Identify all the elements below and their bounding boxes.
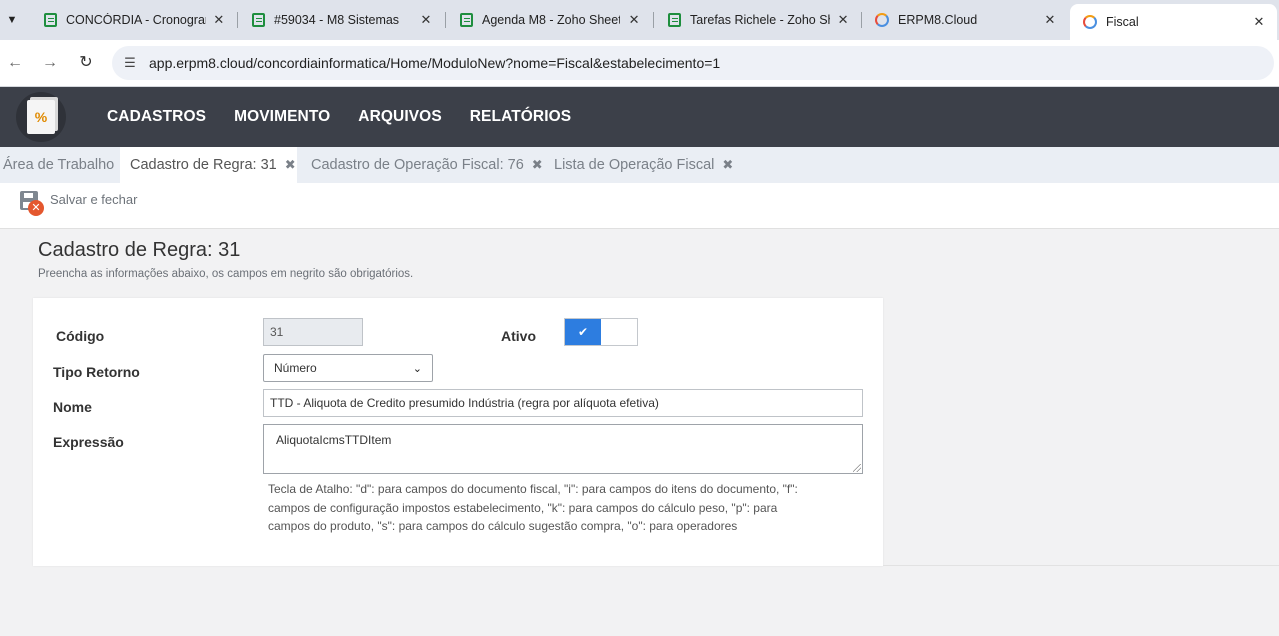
tab-label: Área de Trabalho	[3, 157, 115, 173]
page-title: Cadastro de Regra: 31	[38, 239, 241, 261]
browser-tab-label: Tarefas Richele - Zoho Sheet	[690, 13, 830, 27]
checkmark-icon: ✔	[565, 319, 601, 345]
close-icon[interactable]: ✕	[1251, 14, 1267, 30]
browser-tab-fiscal[interactable]: Fiscal ✕	[1070, 4, 1277, 40]
menu-arquivos[interactable]: ARQUIVOS	[358, 108, 441, 126]
page-subtitle: Preencha as informações abaixo, os campo…	[38, 268, 414, 280]
nome-field[interactable]: TTD - Aliquota de Credito presumido Indú…	[263, 389, 863, 417]
forward-arrow-icon[interactable]: →	[40, 53, 60, 73]
menu-cadastros[interactable]: CADASTROS	[107, 108, 206, 126]
resize-handle-icon[interactable]	[853, 464, 861, 472]
browser-tab-strip: ▼ CONCÓRDIA - Cronograma ✕ #59034 - M8 S…	[0, 0, 1279, 40]
shortcut-hint: Tecla de Atalho: "d": para campos do doc…	[268, 480, 868, 536]
nome-label: Nome	[53, 399, 92, 415]
logo-symbol: %	[34, 109, 48, 125]
chevron-down-icon: ⌄	[412, 362, 422, 375]
close-icon[interactable]: ✖	[722, 157, 733, 173]
browser-tab-label: #59034 - M8 Sistemas	[274, 13, 400, 27]
codigo-field: 31	[263, 318, 363, 346]
back-arrow-icon[interactable]: ←	[5, 53, 25, 73]
browser-tab-label: CONCÓRDIA - Cronograma	[66, 13, 206, 27]
nome-value: TTD - Aliquota de Credito presumido Indú…	[270, 396, 659, 410]
sheet-icon	[666, 12, 682, 28]
loading-ring-icon	[874, 12, 890, 28]
browser-tab-concordia[interactable]: CONCÓRDIA - Cronograma ✕	[30, 4, 236, 36]
app-logo[interactable]: %	[16, 92, 66, 142]
address-bar: ← → ↻ ☰ app.erpm8.cloud/concordiainforma…	[0, 40, 1279, 87]
codigo-value: 31	[270, 325, 284, 339]
close-icon[interactable]: ✕	[212, 12, 226, 28]
hint-line: campos do produto, "s": para campos do c…	[268, 519, 738, 533]
close-icon[interactable]: ✕	[626, 12, 642, 28]
browser-tab-label: Fiscal	[1106, 15, 1139, 29]
close-icon[interactable]: ✕	[836, 12, 850, 28]
menu-movimento[interactable]: MOVIMENTO	[234, 108, 330, 126]
form-card: Código 31 Ativo ✔ Tipo Retorno Número ⌄ …	[33, 298, 883, 566]
sheet-icon	[42, 12, 58, 28]
menu-relatorios[interactable]: RELATÓRIOS	[470, 108, 571, 126]
url-omnibox[interactable]: ☰ app.erpm8.cloud/concordiainformatica/H…	[112, 46, 1274, 80]
tab-label: Lista de Operação Fiscal	[554, 157, 715, 173]
save-close-icon: ✕	[19, 190, 45, 216]
close-icon[interactable]: ✕	[418, 12, 434, 28]
tab-cadastro-de-regra[interactable]: Cadastro de Regra: 31 ✖	[120, 147, 297, 183]
divider	[883, 565, 1279, 566]
browser-tab-erpm8[interactable]: ERPM8.Cloud ✕	[862, 4, 1068, 36]
tipo-retorno-select[interactable]: Número ⌄	[263, 354, 433, 382]
hint-line: Tecla de Atalho: "d": para campos do doc…	[268, 482, 798, 496]
tab-label: Cadastro de Regra: 31	[130, 157, 277, 173]
workspace-tabs: Área de Trabalho Cadastro de Regra: 31 ✖…	[0, 147, 1279, 183]
close-icon[interactable]: ✖	[532, 157, 543, 173]
tab-cadastro-de-operacao-fiscal[interactable]: Cadastro de Operação Fiscal: 76 ✖	[311, 147, 543, 183]
tab-area-de-trabalho[interactable]: Área de Trabalho	[3, 147, 120, 183]
save-and-close-label: Salvar e fechar	[50, 191, 138, 207]
codigo-label: Código	[56, 328, 105, 344]
expressao-textarea[interactable]: AliquotaIcmsTTDItem	[263, 424, 863, 474]
toolbar: ✕ Salvar e fechar	[0, 183, 1279, 229]
hint-line: campos de configuração impostos estabele…	[268, 500, 778, 515]
ativo-toggle[interactable]: ✔	[564, 318, 638, 346]
tab-search-chevron-icon[interactable]: ▼	[0, 6, 24, 34]
close-icon[interactable]: ✕	[1042, 12, 1058, 28]
save-and-close-button[interactable]: ✕ Salvar e fechar	[19, 190, 137, 216]
tab-lista-de-operacao-fiscal[interactable]: Lista de Operação Fiscal ✖	[554, 147, 733, 183]
url-text[interactable]: app.erpm8.cloud/concordiainformatica/Hom…	[149, 55, 720, 71]
expressao-label: Expressão	[53, 434, 124, 450]
main-menu: CADASTROS MOVIMENTO ARQUIVOS RELATÓRIOS	[107, 87, 599, 147]
expressao-value: AliquotaIcmsTTDItem	[276, 433, 392, 447]
sheet-icon	[250, 12, 266, 28]
site-settings-icon[interactable]: ☰	[122, 55, 138, 71]
loading-ring-icon	[1082, 14, 1098, 30]
tipo-retorno-value: Número	[274, 361, 317, 375]
browser-tab-label: ERPM8.Cloud	[898, 13, 978, 27]
ativo-label: Ativo	[501, 328, 536, 344]
sheet-icon	[458, 12, 474, 28]
tab-label: Cadastro de Operação Fiscal: 76	[311, 157, 524, 173]
browser-tab-label: Agenda M8 - Zoho Sheet	[482, 13, 621, 27]
browser-tab-tarefas[interactable]: Tarefas Richele - Zoho Sheet ✕	[654, 4, 860, 36]
app-header: % CADASTROS MOVIMENTO ARQUIVOS RELATÓRIO…	[0, 87, 1279, 147]
close-icon[interactable]: ✖	[285, 157, 296, 173]
tipo-retorno-label: Tipo Retorno	[53, 364, 140, 380]
percent-document-icon: %	[27, 100, 55, 134]
reload-icon[interactable]: ↻	[76, 53, 96, 73]
browser-tab-m8-sistemas[interactable]: #59034 - M8 Sistemas ✕	[238, 4, 444, 36]
browser-tab-agenda[interactable]: Agenda M8 - Zoho Sheet ✕	[446, 4, 652, 36]
